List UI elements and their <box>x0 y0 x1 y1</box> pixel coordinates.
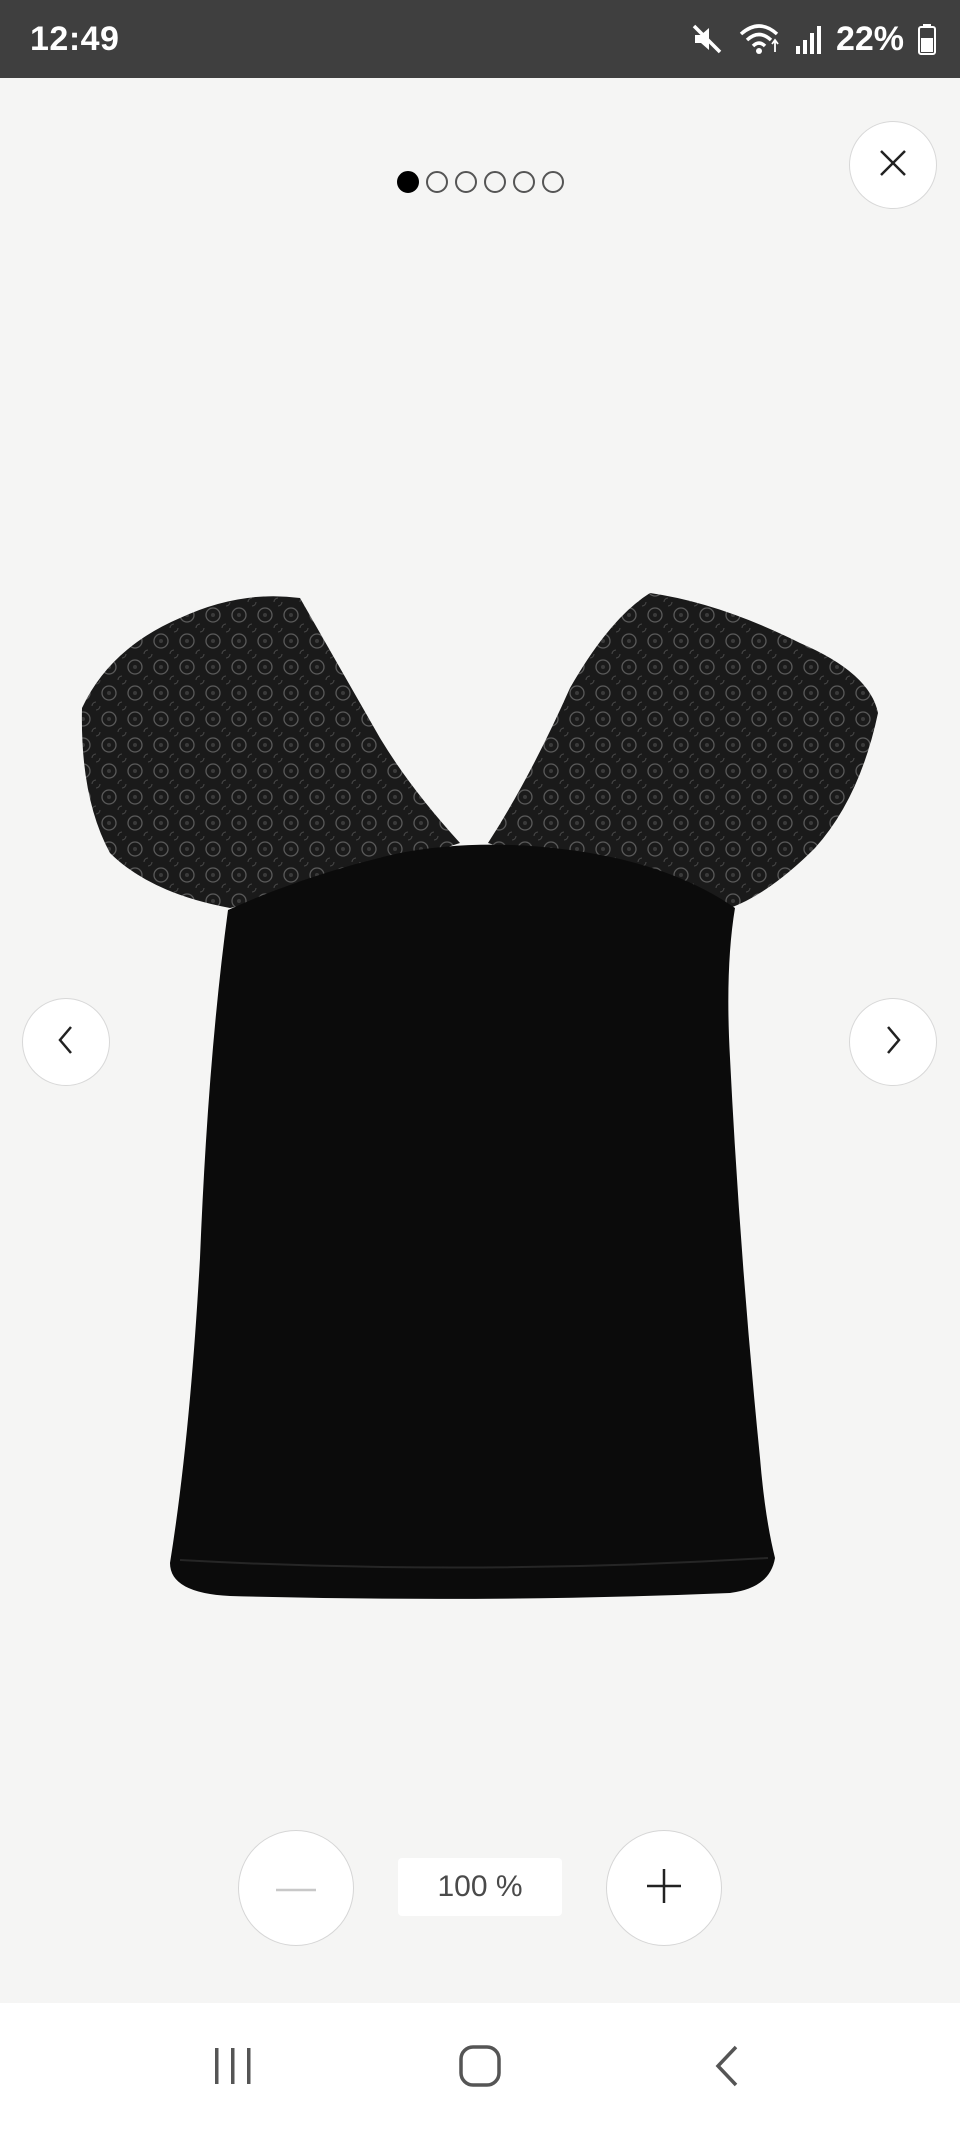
recents-icon <box>211 2046 255 2091</box>
pagination-dot[interactable] <box>483 171 506 193</box>
product-image[interactable] <box>70 498 890 1698</box>
back-button[interactable] <box>667 2028 787 2108</box>
wifi-icon <box>738 22 780 56</box>
recents-button[interactable] <box>173 2028 293 2108</box>
zoom-in-button[interactable] <box>606 1830 722 1946</box>
minus-icon <box>276 1879 316 1897</box>
home-icon <box>458 2044 502 2093</box>
zoom-level-display: 100 % <box>398 1858 562 1916</box>
close-button[interactable] <box>849 121 937 209</box>
home-button[interactable] <box>420 2028 540 2108</box>
signal-icon <box>794 22 822 56</box>
navigation-bar <box>0 2003 960 2133</box>
pagination-dot[interactable] <box>512 171 535 193</box>
close-icon <box>878 148 908 183</box>
mute-icon <box>690 22 724 56</box>
battery-percentage: 22% <box>835 19 904 58</box>
pagination-dot[interactable] <box>396 171 419 193</box>
zoom-out-button[interactable] <box>238 1830 354 1946</box>
back-icon <box>712 2044 742 2093</box>
image-viewer[interactable]: 100 % <box>0 78 960 2003</box>
pagination-dot[interactable] <box>454 171 477 193</box>
pagination-dot[interactable] <box>425 171 448 193</box>
pagination-dots <box>0 171 960 193</box>
status-time: 12:49 <box>30 19 120 58</box>
status-icons: 22% <box>690 20 936 59</box>
battery-icon <box>918 22 936 56</box>
pagination-dot[interactable] <box>541 171 564 193</box>
top-body <box>170 844 775 1599</box>
plus-icon <box>647 1868 681 1908</box>
status-bar: 12:49 22% <box>0 0 960 78</box>
